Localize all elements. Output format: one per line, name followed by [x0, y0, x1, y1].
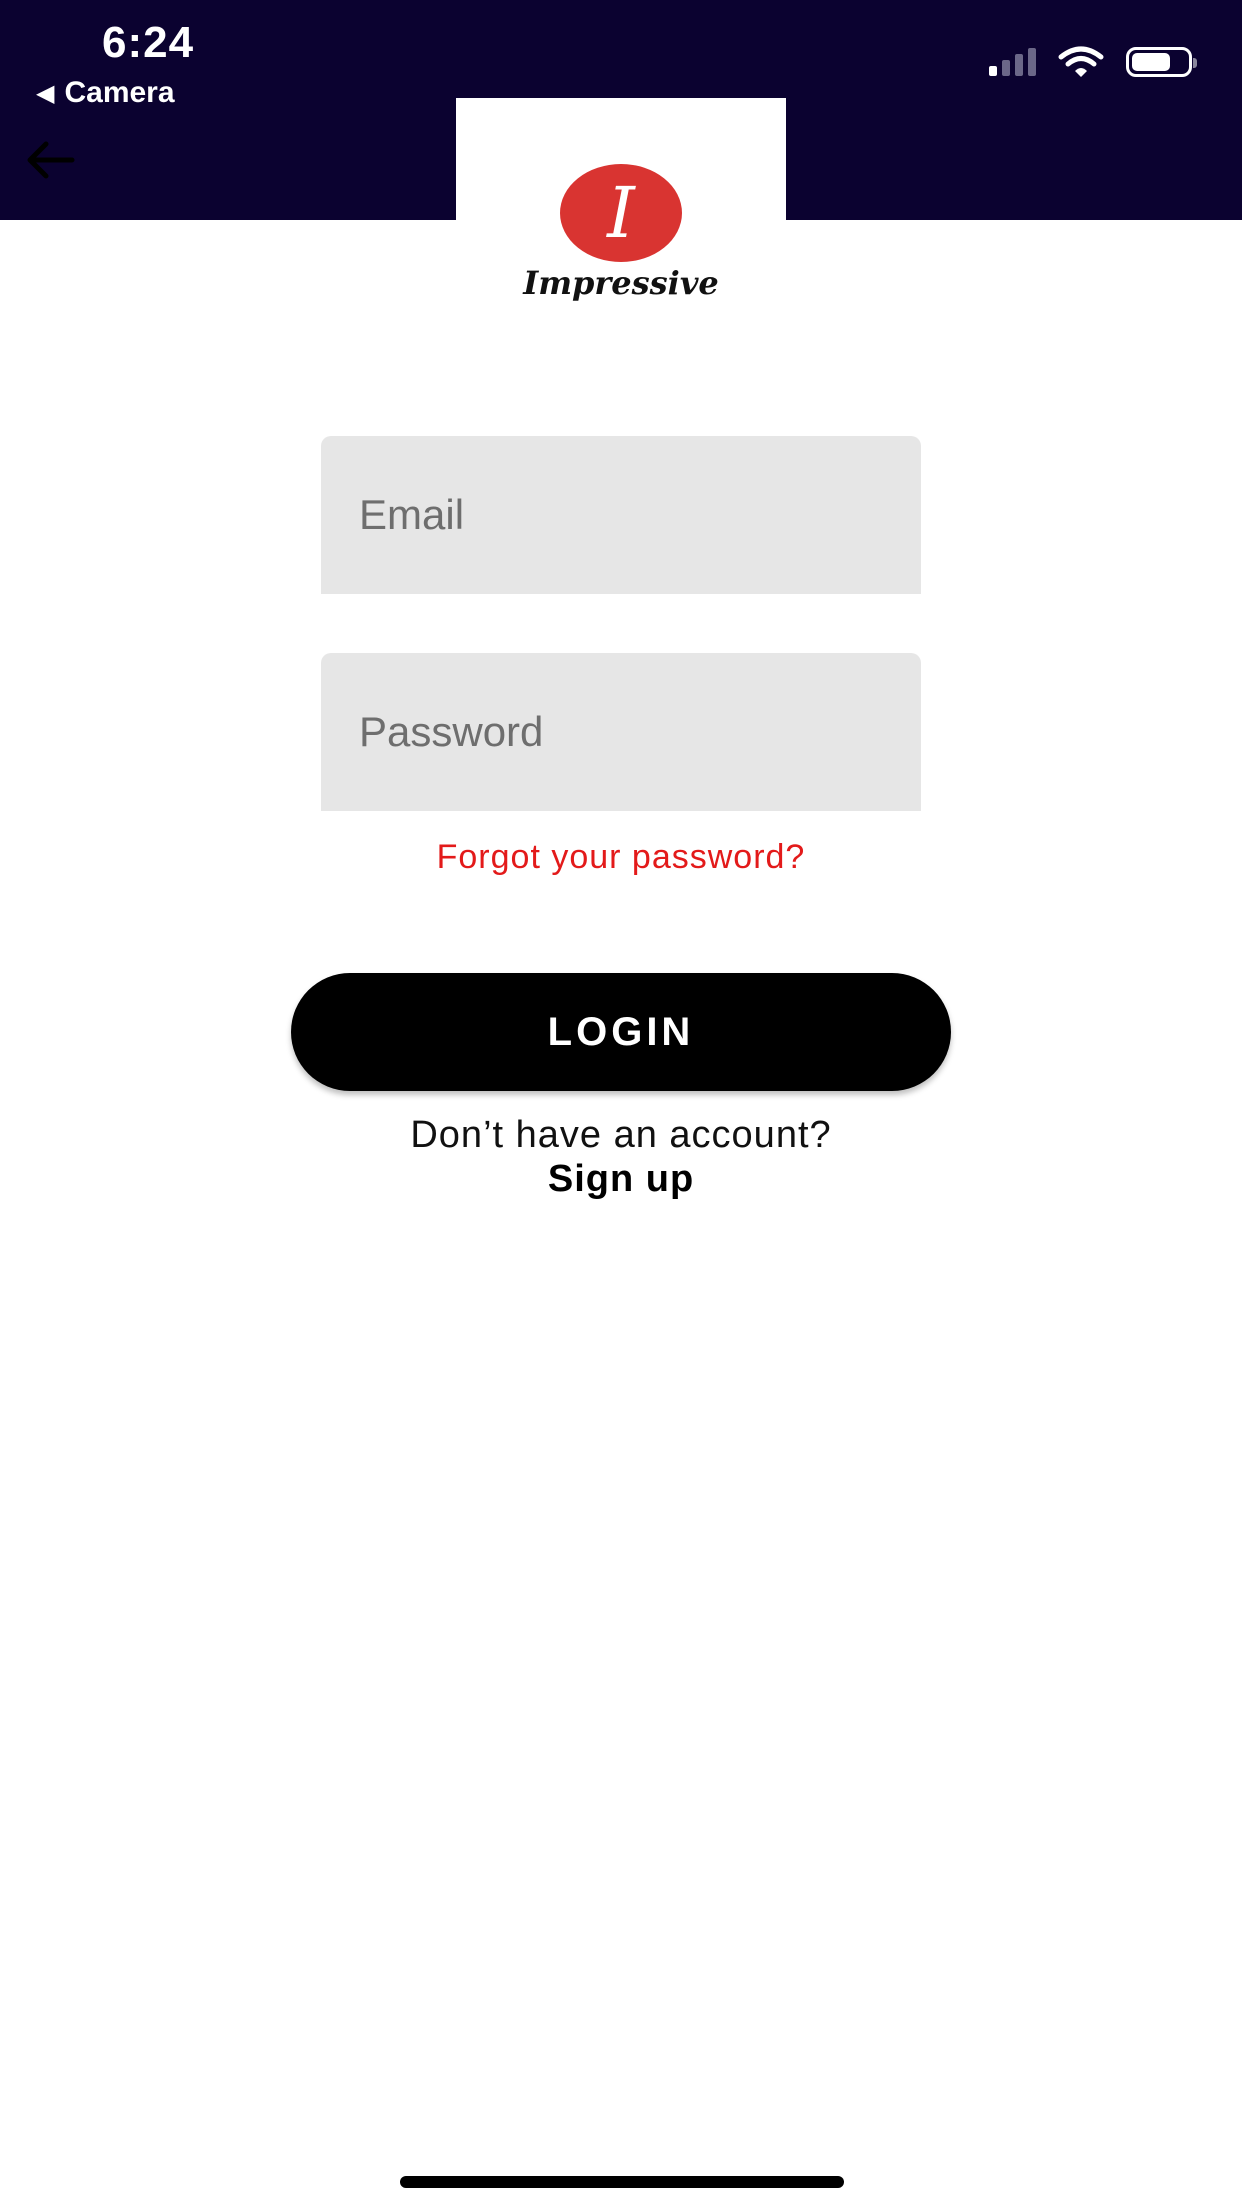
- signup-link[interactable]: Sign up: [0, 1158, 1242, 1201]
- battery-icon: [1126, 47, 1197, 77]
- back-to-app-link[interactable]: ◀ Camera: [36, 76, 175, 110]
- forgot-password-link[interactable]: Forgot your password?: [0, 838, 1242, 877]
- arrow-left-icon[interactable]: [22, 132, 78, 188]
- no-account-text: Don’t have an account?: [410, 1114, 832, 1156]
- logo-wordmark: Impressive: [523, 264, 719, 302]
- home-indicator[interactable]: [400, 2176, 844, 2188]
- brand-logo: I Impressive: [456, 98, 786, 318]
- email-field[interactable]: [321, 436, 921, 594]
- login-button[interactable]: LOGIN: [291, 973, 951, 1091]
- left-triangle-icon: ◀: [36, 79, 55, 107]
- logo-letter: I: [607, 172, 635, 254]
- password-field[interactable]: [321, 653, 921, 811]
- status-time: 6:24: [102, 18, 195, 67]
- password-input[interactable]: [357, 707, 885, 757]
- back-app-label: Camera: [64, 76, 175, 109]
- email-input[interactable]: [357, 490, 885, 540]
- battery-level-fill: [1132, 53, 1170, 71]
- cellular-signal-icon: [989, 48, 1036, 76]
- status-icons: [989, 44, 1197, 80]
- wifi-icon: [1058, 46, 1104, 77]
